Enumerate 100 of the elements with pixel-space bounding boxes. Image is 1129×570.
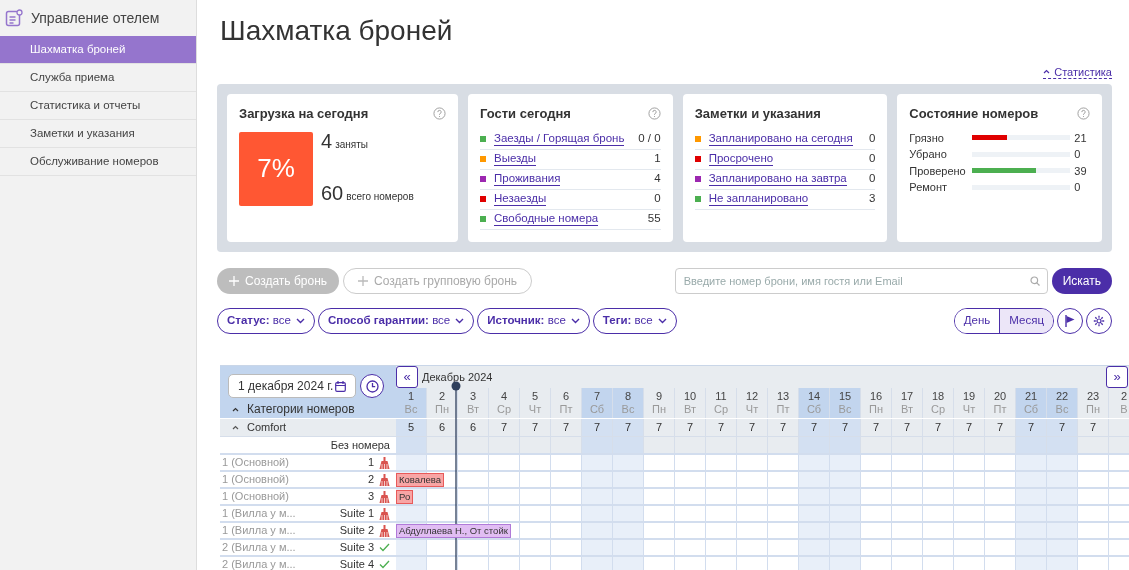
page-title: Шахматка броней: [220, 14, 454, 48]
view-tab[interactable]: Месяц: [999, 309, 1053, 333]
booking-bar[interactable]: Ро: [396, 490, 414, 504]
weekday: Вс: [838, 403, 852, 416]
stat-value: 0 / 0: [638, 131, 661, 147]
day-number: 12: [745, 390, 759, 403]
card-title: Гости сегодня: [480, 105, 571, 123]
day-number: 16: [869, 390, 883, 403]
count-cell: 5: [396, 419, 427, 436]
count-cell: 7: [768, 419, 799, 436]
weekday: Ср: [713, 403, 729, 416]
stat-link[interactable]: Выезды: [494, 152, 537, 166]
stat-link[interactable]: Проживания: [494, 172, 561, 186]
search-field[interactable]: Введите номер брони, имя гостя или Email: [674, 268, 1048, 294]
count-cell: 7: [923, 419, 954, 436]
categories-label: Категории номеров: [247, 401, 355, 418]
day-number: 3: [469, 390, 477, 403]
occupied-count: 4: [321, 128, 333, 154]
sidebar-item[interactable]: Статистика и отчеты: [0, 92, 196, 120]
flag-icon: [1065, 315, 1075, 327]
settings-icon: [1093, 315, 1105, 327]
weekday: Вт: [684, 403, 696, 416]
day-number: 15: [838, 390, 852, 403]
calendar-icon: [335, 380, 346, 392]
stat-value: 0: [654, 191, 661, 207]
count-cell: 7: [737, 419, 768, 436]
category-row[interactable]: Comfort: [220, 419, 396, 436]
stat-link[interactable]: Запланировано на сегодня: [708, 132, 853, 146]
weekday: Пн: [869, 403, 883, 416]
stat-value: 0: [868, 171, 876, 187]
occupied-label: заняты: [335, 137, 368, 152]
sidebar-item[interactable]: Обслуживание номеров: [0, 148, 196, 176]
sidebar-title: Управление отелем: [31, 8, 160, 28]
count-cell: 7: [644, 419, 675, 436]
stat-link[interactable]: Заезды / Горящая бронь: [494, 132, 625, 146]
weekday: Чт: [745, 403, 759, 416]
day-number: 17: [900, 390, 914, 403]
room-type: 1 (Основной): [221, 455, 289, 471]
sidebar-item[interactable]: Служба приема: [0, 64, 196, 92]
room-type: 1 (Вилла у м...: [221, 506, 296, 522]
day-number: 14: [807, 390, 821, 403]
day-number: 9: [655, 390, 663, 403]
sidebar-item[interactable]: Заметки и указания: [0, 120, 196, 148]
room-type: 1 (Основной): [221, 472, 289, 488]
count-cell: 7: [954, 419, 985, 436]
search-button[interactable]: Искать: [1051, 268, 1112, 294]
day-number: 7: [593, 390, 601, 403]
day-number: 1: [407, 390, 415, 403]
chevron-down-icon: [295, 318, 305, 324]
stat-link[interactable]: Не запланировано: [708, 192, 809, 206]
room-state-value: 21: [1074, 130, 1087, 146]
day-number: 19: [962, 390, 976, 403]
count-cell: 7: [830, 419, 861, 436]
chevron-down-icon: [657, 318, 667, 324]
weekday: Вс: [404, 403, 418, 416]
clock-icon: [365, 379, 379, 393]
date-field[interactable]: 1 декабря 2024 г.: [228, 374, 356, 398]
room-state-value: 0: [1074, 180, 1081, 195]
chevron-down-icon: [570, 318, 580, 324]
room-number: Suite 1: [339, 506, 374, 522]
stat-link[interactable]: Запланировано на завтра: [708, 172, 847, 186]
day-number: 18: [931, 390, 945, 403]
caret-up-icon: [1043, 69, 1051, 74]
day-number: 2: [438, 390, 446, 403]
day-number: 6: [562, 390, 570, 403]
count-cell: 7: [1016, 419, 1047, 436]
stat-link[interactable]: Свободные номера: [494, 212, 599, 226]
time-button[interactable]: [360, 374, 384, 398]
booking-bar[interactable]: Ковалева: [396, 473, 445, 487]
booking-bar[interactable]: Абдуллаева Н., От стойк: [396, 524, 511, 538]
statistics-link[interactable]: Статистика: [1043, 65, 1112, 79]
chevron-down-icon: [455, 318, 465, 324]
day-number: 23: [1086, 390, 1100, 403]
stat-link[interactable]: Просрочено: [708, 152, 774, 166]
room-number: Suite 3: [339, 540, 374, 556]
sidebar-item[interactable]: Шахматка броней: [0, 36, 196, 64]
next-button[interactable]: »: [1106, 366, 1128, 388]
previous-button[interactable]: «: [396, 366, 418, 388]
count-cell: 7: [1078, 419, 1109, 436]
plus-icon: [358, 276, 369, 286]
caret-up-icon[interactable]: [232, 406, 239, 412]
day-number: 21: [1024, 390, 1038, 403]
day-number: 20: [993, 390, 1007, 403]
room-number: Suite 4: [339, 557, 374, 570]
stat-link[interactable]: Незаезды: [494, 192, 547, 206]
stat-value: 0: [868, 151, 876, 167]
weekday: Вс: [1055, 403, 1069, 416]
count-cell: 7: [551, 419, 582, 436]
card-title: Состояние номеров: [909, 105, 1039, 123]
day-number: 4: [500, 390, 508, 403]
weekday: Сб: [806, 403, 822, 416]
room-state-label: Проверено: [909, 163, 967, 179]
weekday: Пн: [1086, 403, 1100, 416]
load-percent: 7%: [239, 131, 313, 206]
plus-icon: [229, 276, 239, 286]
room-state-label: Ремонт: [909, 180, 949, 195]
count-cell: 6: [427, 419, 458, 436]
day-number: 13: [776, 390, 790, 403]
stat-value: 3: [868, 191, 876, 207]
count-cell: 6: [458, 419, 489, 436]
